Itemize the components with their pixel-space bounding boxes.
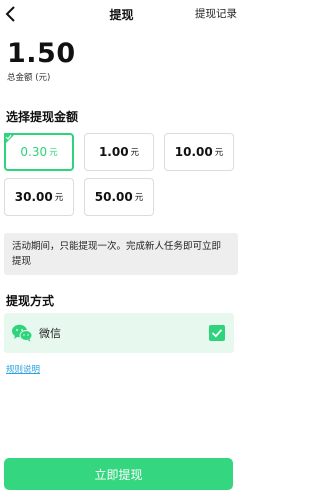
selected-corner-check-icon — [4, 133, 16, 145]
amount-option-unit: 元 — [54, 193, 64, 203]
amount-option[interactable]: 0.30 元 — [4, 133, 74, 171]
method-section-title: 提现方式 — [6, 294, 55, 308]
rules-link[interactable]: 规则说明 — [6, 363, 40, 375]
checkbox-checked-icon[interactable] — [209, 325, 225, 341]
amount-option-value: 0.30 — [20, 145, 48, 159]
balance-amount: 1.50 — [7, 38, 76, 69]
nav-bar: 提现 提现记录 — [0, 0, 243, 30]
amount-option-unit: 元 — [49, 148, 58, 158]
withdraw-submit-button[interactable]: 立即提现 — [4, 458, 233, 490]
amount-option-unit: 元 — [130, 148, 140, 158]
amount-option-unit: 元 — [134, 193, 144, 203]
amount-section-title: 选择提现金额 — [6, 110, 79, 124]
amount-option-unit: 元 — [214, 148, 224, 158]
wechat-icon — [12, 324, 33, 342]
amount-option[interactable]: 50.00 元 — [84, 178, 154, 216]
wechat-method-row[interactable]: 微信 — [4, 313, 234, 353]
notice-box: 活动期间，只能提现一次。完成新人任务即可立即提现 — [4, 233, 238, 275]
amount-option[interactable]: 30.00 元 — [4, 178, 74, 216]
balance-label: 总金额 (元) — [7, 73, 51, 83]
amount-option[interactable]: 10.00 元 — [164, 133, 234, 171]
amount-option-value: 10.00 — [174, 145, 213, 159]
amount-option-value: 50.00 — [94, 190, 133, 204]
wechat-label: 微信 — [39, 327, 61, 340]
amount-option-value: 30.00 — [14, 190, 53, 204]
withdraw-records-link[interactable]: 提现记录 — [195, 6, 237, 21]
amount-option[interactable]: 1.00 元 — [84, 133, 154, 171]
amount-option-value: 1.00 — [98, 145, 129, 159]
